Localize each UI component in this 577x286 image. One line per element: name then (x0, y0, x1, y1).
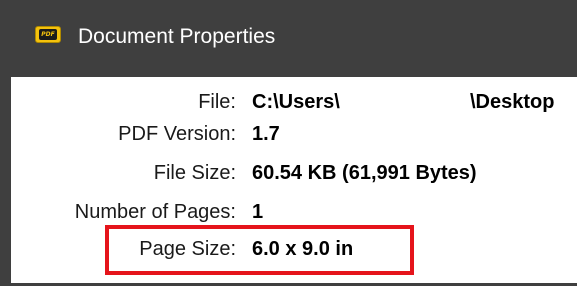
titlebar[interactable]: PDF Document Properties (0, 0, 577, 77)
pdf-version-value: 1.7 (252, 123, 280, 145)
file-path-folder-value: \Desktop (470, 91, 555, 113)
file-path-value: C:\Users\ (252, 91, 340, 113)
window-left-border (0, 77, 11, 286)
page-size-highlight-box (105, 225, 414, 275)
file-label: File: (198, 91, 236, 113)
file-size-label: File Size: (153, 162, 236, 184)
pdf-app-icon-label: PDF (39, 29, 57, 40)
pdf-app-icon: PDF (35, 26, 61, 43)
window-title: Document Properties (78, 25, 276, 48)
file-size-value: 60.54 KB (61,991 Bytes) (252, 162, 477, 184)
document-properties-window: PDF Document Properties File: C:\Users\ … (0, 0, 577, 286)
number-of-pages-value: 1 (252, 201, 264, 223)
pdf-version-label: PDF Version: (118, 123, 236, 145)
number-of-pages-label: Number of Pages: (74, 201, 236, 223)
